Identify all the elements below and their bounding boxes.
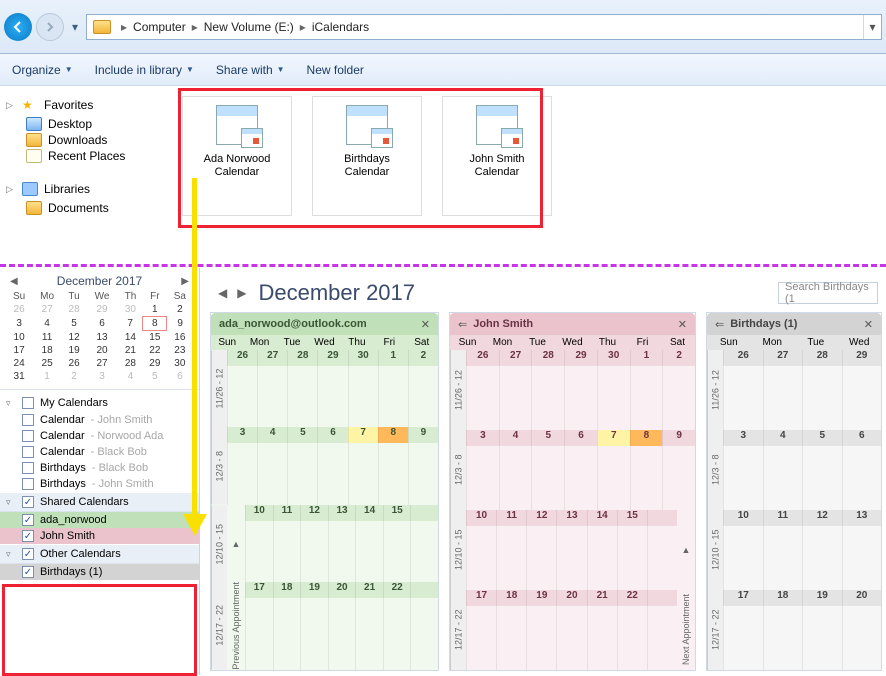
explorer-titlebar: ▾ ▸ Computer ▸ New Volume (E:) ▸ iCalend…	[0, 0, 886, 54]
outlook-panel: ◀ December 2017 ▶ SuMoTuWeThFrSa26272829…	[0, 268, 886, 675]
calendar-file-icon	[346, 105, 388, 145]
share-with-button[interactable]: Share with▼	[216, 63, 285, 77]
file-birthdays-calendar[interactable]: Birthdays Calendar	[312, 96, 422, 216]
nav-documents[interactable]: Documents	[6, 200, 162, 216]
month-next[interactable]: ▶	[237, 286, 246, 300]
close-icon[interactable]: ✕	[421, 318, 430, 331]
file-ada-calendar[interactable]: Ada Norwood Calendar	[182, 96, 292, 216]
search-input[interactable]: Search Birthdays (1	[778, 282, 878, 304]
month-title: December 2017	[258, 280, 415, 306]
calendar-list-item[interactable]: ada_norwood	[0, 512, 199, 528]
shared-calendars-header[interactable]: ▿Shared Calendars	[0, 492, 199, 512]
close-icon[interactable]: ✕	[864, 318, 873, 331]
calendar-ada: ada_norwood@outlook.com✕ SunMonTueWedThu…	[210, 312, 439, 671]
calendar-file-icon	[216, 105, 258, 145]
calendar-list-item[interactable]: John Smith	[0, 528, 199, 544]
nav-tree: ▷★Favorites Desktop Downloads Recent Pla…	[0, 86, 168, 258]
address-dropdown[interactable]: ▾	[863, 15, 881, 39]
libraries-group[interactable]: ▷Libraries	[6, 182, 162, 196]
file-pane: Ada Norwood Calendar Birthdays Calendar …	[168, 86, 886, 258]
minical-next[interactable]: ▶	[181, 276, 189, 287]
calendar-list-item[interactable]: Birthdays (1)	[0, 564, 199, 580]
favorites-group[interactable]: ▷★Favorites	[6, 98, 162, 112]
month-prev[interactable]: ◀	[218, 286, 227, 300]
breadcrumb-volume[interactable]: New Volume (E:)	[202, 20, 296, 34]
nav-downloads[interactable]: Downloads	[6, 132, 162, 148]
nav-history-dropdown[interactable]: ▾	[68, 20, 82, 34]
file-johnsmith-calendar[interactable]: John Smith Calendar	[442, 96, 552, 216]
pin-icon[interactable]: ⇐	[715, 318, 724, 331]
calendar-sidebar: ◀ December 2017 ▶ SuMoTuWeThFrSa26272829…	[0, 268, 200, 675]
annotation-box-sidebar	[2, 584, 197, 675]
close-icon[interactable]: ✕	[678, 318, 687, 331]
organize-button[interactable]: Organize▼	[12, 63, 73, 77]
calendar-list-item[interactable]: Calendar - Black Bob	[0, 444, 199, 460]
explorer-body: ▷★Favorites Desktop Downloads Recent Pla…	[0, 86, 886, 258]
my-calendars-header[interactable]: ▿My Calendars	[0, 394, 199, 412]
include-library-button[interactable]: Include in library▼	[95, 63, 194, 77]
address-bar[interactable]: ▸ Computer ▸ New Volume (E:) ▸ iCalendar…	[86, 14, 882, 40]
folder-icon	[93, 20, 111, 34]
breadcrumb-computer[interactable]: Computer	[131, 20, 188, 34]
calendar-list-item[interactable]: Birthdays - John Smith	[0, 476, 199, 492]
explorer-toolbar: Organize▼ Include in library▼ Share with…	[0, 54, 886, 86]
new-folder-button[interactable]: New folder	[307, 63, 364, 77]
pin-icon[interactable]: ⇐	[458, 318, 467, 331]
calendar-file-icon	[476, 105, 518, 145]
calendar-john: ⇐John Smith✕ SunMonTueWedThuFriSat 11/26…	[449, 312, 696, 671]
calendar-list-item[interactable]: Calendar - Norwood Ada	[0, 428, 199, 444]
minical-prev[interactable]: ◀	[10, 276, 18, 287]
minical-month: December 2017	[57, 274, 142, 288]
tab-birthdays[interactable]: ⇐Birthdays (1)✕	[707, 313, 881, 335]
nav-forward-button[interactable]	[36, 13, 64, 41]
calendar-main: ◀ ▶ December 2017 Search Birthdays (1 ada…	[200, 268, 886, 675]
file-label: Ada Norwood Calendar	[204, 153, 271, 179]
tab-john[interactable]: ⇐John Smith✕	[450, 313, 695, 335]
calendar-header: ◀ ▶ December 2017 Search Birthdays (1	[200, 268, 886, 312]
file-label: John Smith Calendar	[469, 153, 524, 179]
mini-calendar[interactable]: ◀ December 2017 ▶ SuMoTuWeThFrSa26272829…	[0, 268, 199, 389]
calendar-list-item[interactable]: Calendar - John Smith	[0, 412, 199, 428]
calendar-list-item[interactable]: Birthdays - Black Bob	[0, 460, 199, 476]
nav-recent[interactable]: Recent Places	[6, 148, 162, 164]
calendar-birthdays: ⇐Birthdays (1)✕ SunMonTueWed 11/26 - 122…	[706, 312, 882, 671]
other-calendars-header[interactable]: ▿Other Calendars	[0, 544, 199, 564]
file-label: Birthdays Calendar	[344, 153, 390, 179]
tab-ada[interactable]: ada_norwood@outlook.com✕	[211, 313, 438, 335]
nav-desktop[interactable]: Desktop	[6, 116, 162, 132]
calendar-columns: ada_norwood@outlook.com✕ SunMonTueWedThu…	[200, 312, 886, 675]
calendar-groups: ▿My Calendars Calendar - John SmithCalen…	[0, 389, 199, 675]
nav-back-button[interactable]	[4, 13, 32, 41]
minical-grid[interactable]: SuMoTuWeThFrSa26272829301234567891011121…	[6, 290, 193, 383]
breadcrumb-folder[interactable]: iCalendars	[310, 20, 371, 34]
